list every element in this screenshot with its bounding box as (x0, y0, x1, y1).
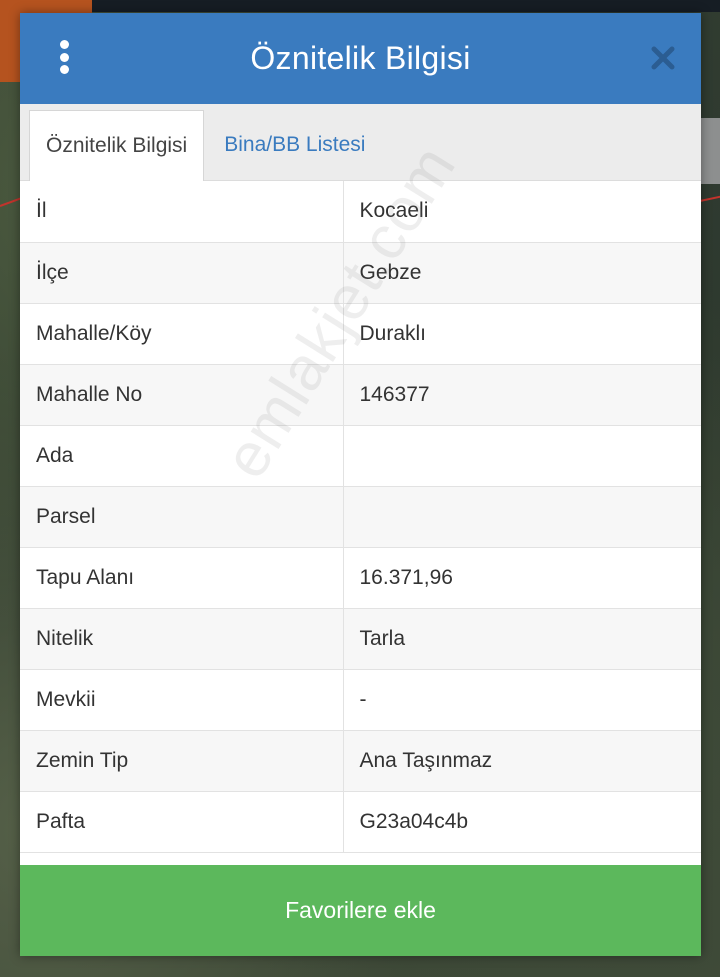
attribute-label: Zemin Tip (20, 730, 343, 792)
attribute-table: İl Kocaeli İlçe Gebze Mahalle/Köy Duraklı Maha… (20, 181, 701, 853)
attribute-label: Mevkii (20, 669, 343, 731)
dialog-title: Öznitelik Bilgisi (250, 40, 471, 76)
map-top-bar (92, 0, 720, 12)
table-row: Mahalle No 146377 (20, 364, 701, 426)
attribute-value: Kocaeli (342, 181, 701, 243)
attribute-value: Tarla (342, 608, 701, 670)
attribute-label: Mahalle No (20, 364, 343, 426)
tab-attribute-info[interactable]: Öznitelik Bilgisi (29, 110, 205, 181)
more-vertical-icon[interactable] (58, 40, 70, 74)
attribute-value: Duraklı (342, 303, 701, 365)
attribute-label: Pafta (20, 791, 343, 853)
close-icon[interactable] (651, 46, 675, 70)
attribute-value: - (342, 669, 701, 731)
attribute-value: Ana Taşınmaz (342, 730, 701, 792)
attribute-dialog: Öznitelik Bilgisi Öznitelik Bilgisi Bina… (20, 13, 701, 956)
attribute-label: Parsel (20, 486, 343, 548)
table-row: Parsel (20, 486, 701, 548)
table-row: İlçe Gebze (20, 242, 701, 304)
attribute-value (342, 425, 701, 487)
attribute-label: İlçe (20, 242, 343, 304)
table-row: Pafta G23a04c4b (20, 791, 701, 853)
attribute-value: 146377 (342, 364, 701, 426)
table-row: Ada (20, 425, 701, 487)
attribute-value: G23a04c4b (342, 791, 701, 853)
table-row: Zemin Tip Ana Taşınmaz (20, 730, 701, 792)
tab-building-list[interactable]: Bina/BB Listesi (204, 110, 381, 180)
attribute-value: 16.371,96 (342, 547, 701, 609)
table-row: Tapu Alanı 16.371,96 (20, 547, 701, 609)
map-side-control (701, 118, 720, 184)
attribute-label: Tapu Alanı (20, 547, 343, 609)
attribute-label: Ada (20, 425, 343, 487)
dialog-header: Öznitelik Bilgisi (20, 13, 701, 104)
table-row: Nitelik Tarla (20, 608, 701, 670)
attribute-label: Mahalle/Köy (20, 303, 343, 365)
attribute-value (342, 486, 701, 548)
attribute-label: Nitelik (20, 608, 343, 670)
table-row: İl Kocaeli (20, 181, 701, 243)
attribute-value: Gebze (342, 242, 701, 304)
add-to-favorites-button[interactable]: Favorilere ekle (20, 865, 701, 956)
table-row: Mahalle/Köy Duraklı (20, 303, 701, 365)
attribute-label: İl (20, 181, 343, 243)
tab-bar: Öznitelik Bilgisi Bina/BB Listesi (20, 104, 701, 181)
table-row: Mevkii - (20, 669, 701, 731)
